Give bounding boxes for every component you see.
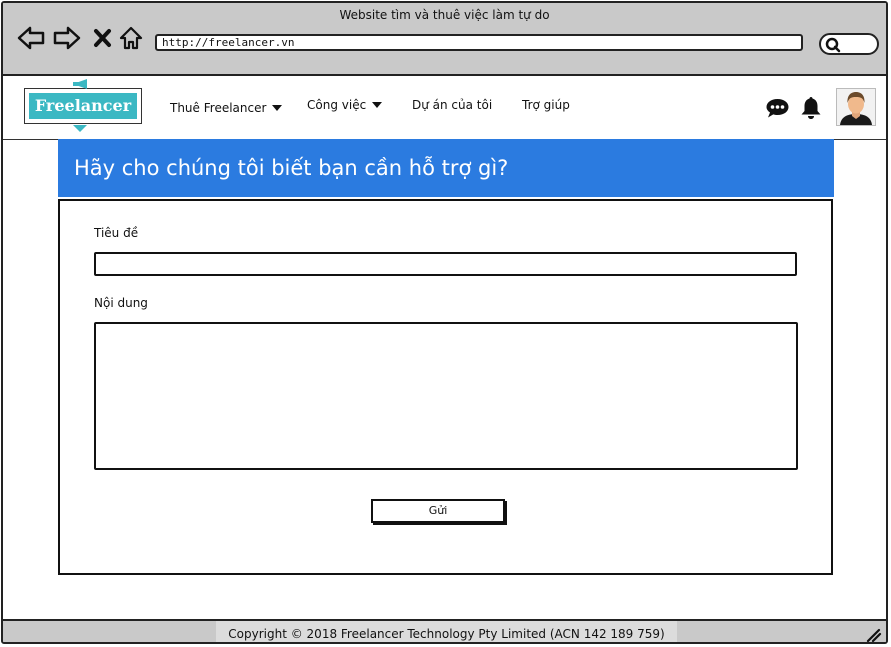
footer: Copyright © 2018 Freelancer Technology P… <box>3 619 886 642</box>
bell-icon[interactable] <box>799 95 823 125</box>
caret-down-icon <box>372 101 383 108</box>
menu-label: Trợ giúp <box>522 97 570 112</box>
browser-toolbar: Website tìm và thuê việc làm tự do http:… <box>3 3 886 76</box>
back-icon[interactable] <box>17 25 45 51</box>
chat-icon[interactable] <box>765 97 790 123</box>
content-label: Nội dung <box>94 296 148 310</box>
close-icon[interactable] <box>92 25 118 51</box>
page-title-banner: Hãy cho chúng tôi biết bạn cần hỗ trợ gì… <box>58 139 834 197</box>
menu-hire-freelancer[interactable]: Thuê Freelancer <box>170 76 283 139</box>
logo[interactable]: Freelancer <box>24 79 142 132</box>
menu-label: Công việc <box>307 97 367 112</box>
resize-handle-icon[interactable] <box>866 627 882 642</box>
title-input[interactable] <box>94 252 797 276</box>
home-icon[interactable] <box>118 25 144 51</box>
browser-search-box[interactable] <box>819 33 879 55</box>
url-input[interactable]: http://freelancer.vn <box>155 34 803 51</box>
search-icon <box>825 37 841 53</box>
support-form: Tiêu đề Nội dung Gửi <box>58 199 833 575</box>
menu-label: Dự án của tôi <box>412 97 493 112</box>
browser-window: Website tìm và thuê việc làm tự do http:… <box>1 1 888 644</box>
forward-icon[interactable] <box>53 25 81 51</box>
menu-label: Thuê Freelancer <box>170 100 267 115</box>
caret-down-icon <box>272 104 283 111</box>
menu-my-projects[interactable]: Dự án của tôi <box>412 73 492 136</box>
megaphone-icon <box>73 79 87 89</box>
title-label: Tiêu đề <box>94 226 139 240</box>
copyright-text: Copyright © 2018 Freelancer Technology P… <box>216 621 677 642</box>
menu-help[interactable]: Trợ giúp <box>522 73 570 136</box>
menu-jobs[interactable]: Công việc <box>307 73 383 136</box>
submit-button[interactable]: Gửi <box>371 499 505 523</box>
site-header: Freelancer Thuê Freelancer Công việc Dự … <box>3 76 886 140</box>
avatar[interactable] <box>836 88 876 126</box>
logo-text: Freelancer <box>29 93 137 119</box>
content-textarea[interactable] <box>94 322 798 470</box>
window-title: Website tìm và thuê việc làm tự do <box>339 8 550 22</box>
